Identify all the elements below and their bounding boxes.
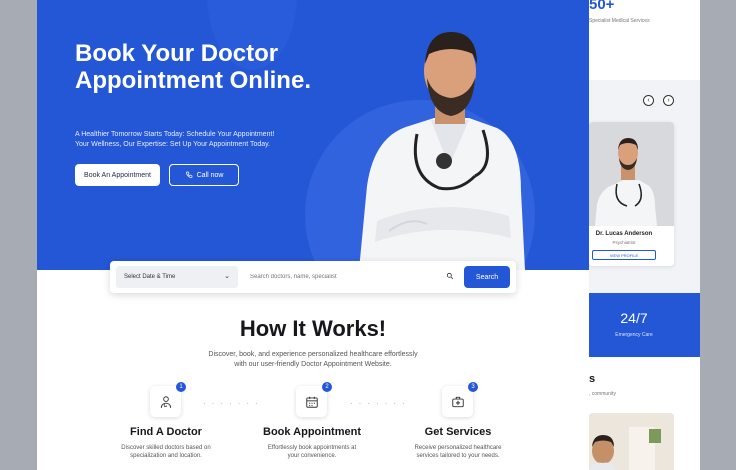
how-it-works-subtitle-line-1: Discover, book, and experience personali… (208, 351, 418, 358)
carousel-prev-arrow-icon[interactable]: ‹ (643, 95, 654, 106)
chevron-down-icon: ⌄ (224, 273, 230, 280)
step-description-line-1: Effortlessly book appointments at (267, 445, 357, 451)
step-number-badge: 1 (176, 382, 186, 392)
section-heading-fragment: s (589, 373, 596, 385)
date-time-select[interactable]: Select Date & Time ⌄ (116, 266, 238, 288)
main-page: Book Your Doctor Appointment Online. A H… (37, 0, 589, 470)
step-description: Discover skilled doctors based on specia… (106, 444, 226, 460)
stat-label: Specialist Medical Services (589, 18, 650, 24)
how-it-works-title: How It Works! (239, 316, 387, 341)
doctor-card-name: Dr. Lucas Anderson (595, 231, 653, 237)
step-icon-box (442, 386, 473, 417)
how-it-works-subtitle-line-2: with our user-friendly Doctor Appointmen… (234, 361, 392, 368)
doctor-photo (359, 32, 525, 270)
step-number-badge: 2 (322, 382, 332, 392)
view-profile-button[interactable]: VIEW PROFILE (592, 250, 656, 260)
emergency-value: 24/7 (620, 310, 648, 326)
how-it-works-subtitle: Discover, book, and experience personali… (187, 350, 439, 370)
step-title: Find A Doctor (130, 426, 202, 438)
doctor-card-photo (589, 122, 674, 226)
section-subtitle-fragment: , community (589, 391, 616, 397)
hero-title: Book Your Doctor Appointment Online. (75, 40, 311, 94)
step-title: Book Appointment (263, 426, 361, 438)
step-connector-dots: ······· (203, 399, 264, 408)
stat-value: 50+ (589, 0, 615, 13)
phone-icon (185, 171, 192, 179)
search-icon[interactable] (446, 272, 454, 280)
emergency-label: Emergency Care (615, 332, 653, 338)
call-now-label: Call now (196, 171, 224, 179)
medical-kit-icon (451, 396, 464, 407)
date-time-select-label: Select Date & Time (124, 274, 176, 280)
doctor-card-role: Psychiatrist (612, 240, 636, 245)
doctor-card: Dr. Lucas Anderson Psychiatrist VIEW PRO… (589, 122, 674, 266)
hero-subtitle-line-2: Your Wellness, Our Expertise: Set Up You… (75, 141, 271, 148)
search-bar: Select Date & Time ⌄ Search (110, 261, 516, 293)
step-description-line-1: Receive personalized healthcare (414, 445, 502, 451)
stats-section: 50+ Specialist Medical Services (589, 0, 700, 80)
search-button[interactable]: Search (464, 266, 510, 288)
consultation-photo (589, 413, 674, 470)
step-connector-dots: ······· (350, 399, 411, 408)
search-input[interactable] (246, 266, 456, 288)
step-description-line-2: your convenience. (287, 453, 337, 459)
calendar-icon (305, 396, 318, 408)
step-description-line-2: services tailored to your needs. (416, 453, 500, 459)
step-icon-box (296, 386, 327, 417)
side-preview-panel: 50+ Specialist Medical Services ‹ › Dr. … (589, 0, 700, 470)
step-description: Effortlessly book appointments at your c… (252, 444, 372, 460)
hero-section: Book Your Doctor Appointment Online. A H… (37, 0, 589, 270)
step-description: Receive personalized healthcare services… (398, 444, 518, 460)
hero-subtitle-line-1: A Healthier Tomorrow Starts Today: Sched… (75, 131, 275, 138)
doctor-icon (160, 395, 171, 408)
step-number-badge: 3 (468, 382, 478, 392)
step-description-line-1: Discover skilled doctors based on (121, 445, 211, 451)
carousel-next-arrow-icon[interactable]: › (663, 95, 674, 106)
step-icon-box (150, 386, 181, 417)
step-title: Get Services (424, 426, 492, 438)
hero-subtitle: A Healthier Tomorrow Starts Today: Sched… (75, 130, 335, 150)
call-now-button[interactable]: Call now (169, 164, 239, 186)
step-description-line-2: specialization and location. (130, 453, 202, 459)
book-appointment-button[interactable]: Book An Appointment (75, 164, 160, 186)
